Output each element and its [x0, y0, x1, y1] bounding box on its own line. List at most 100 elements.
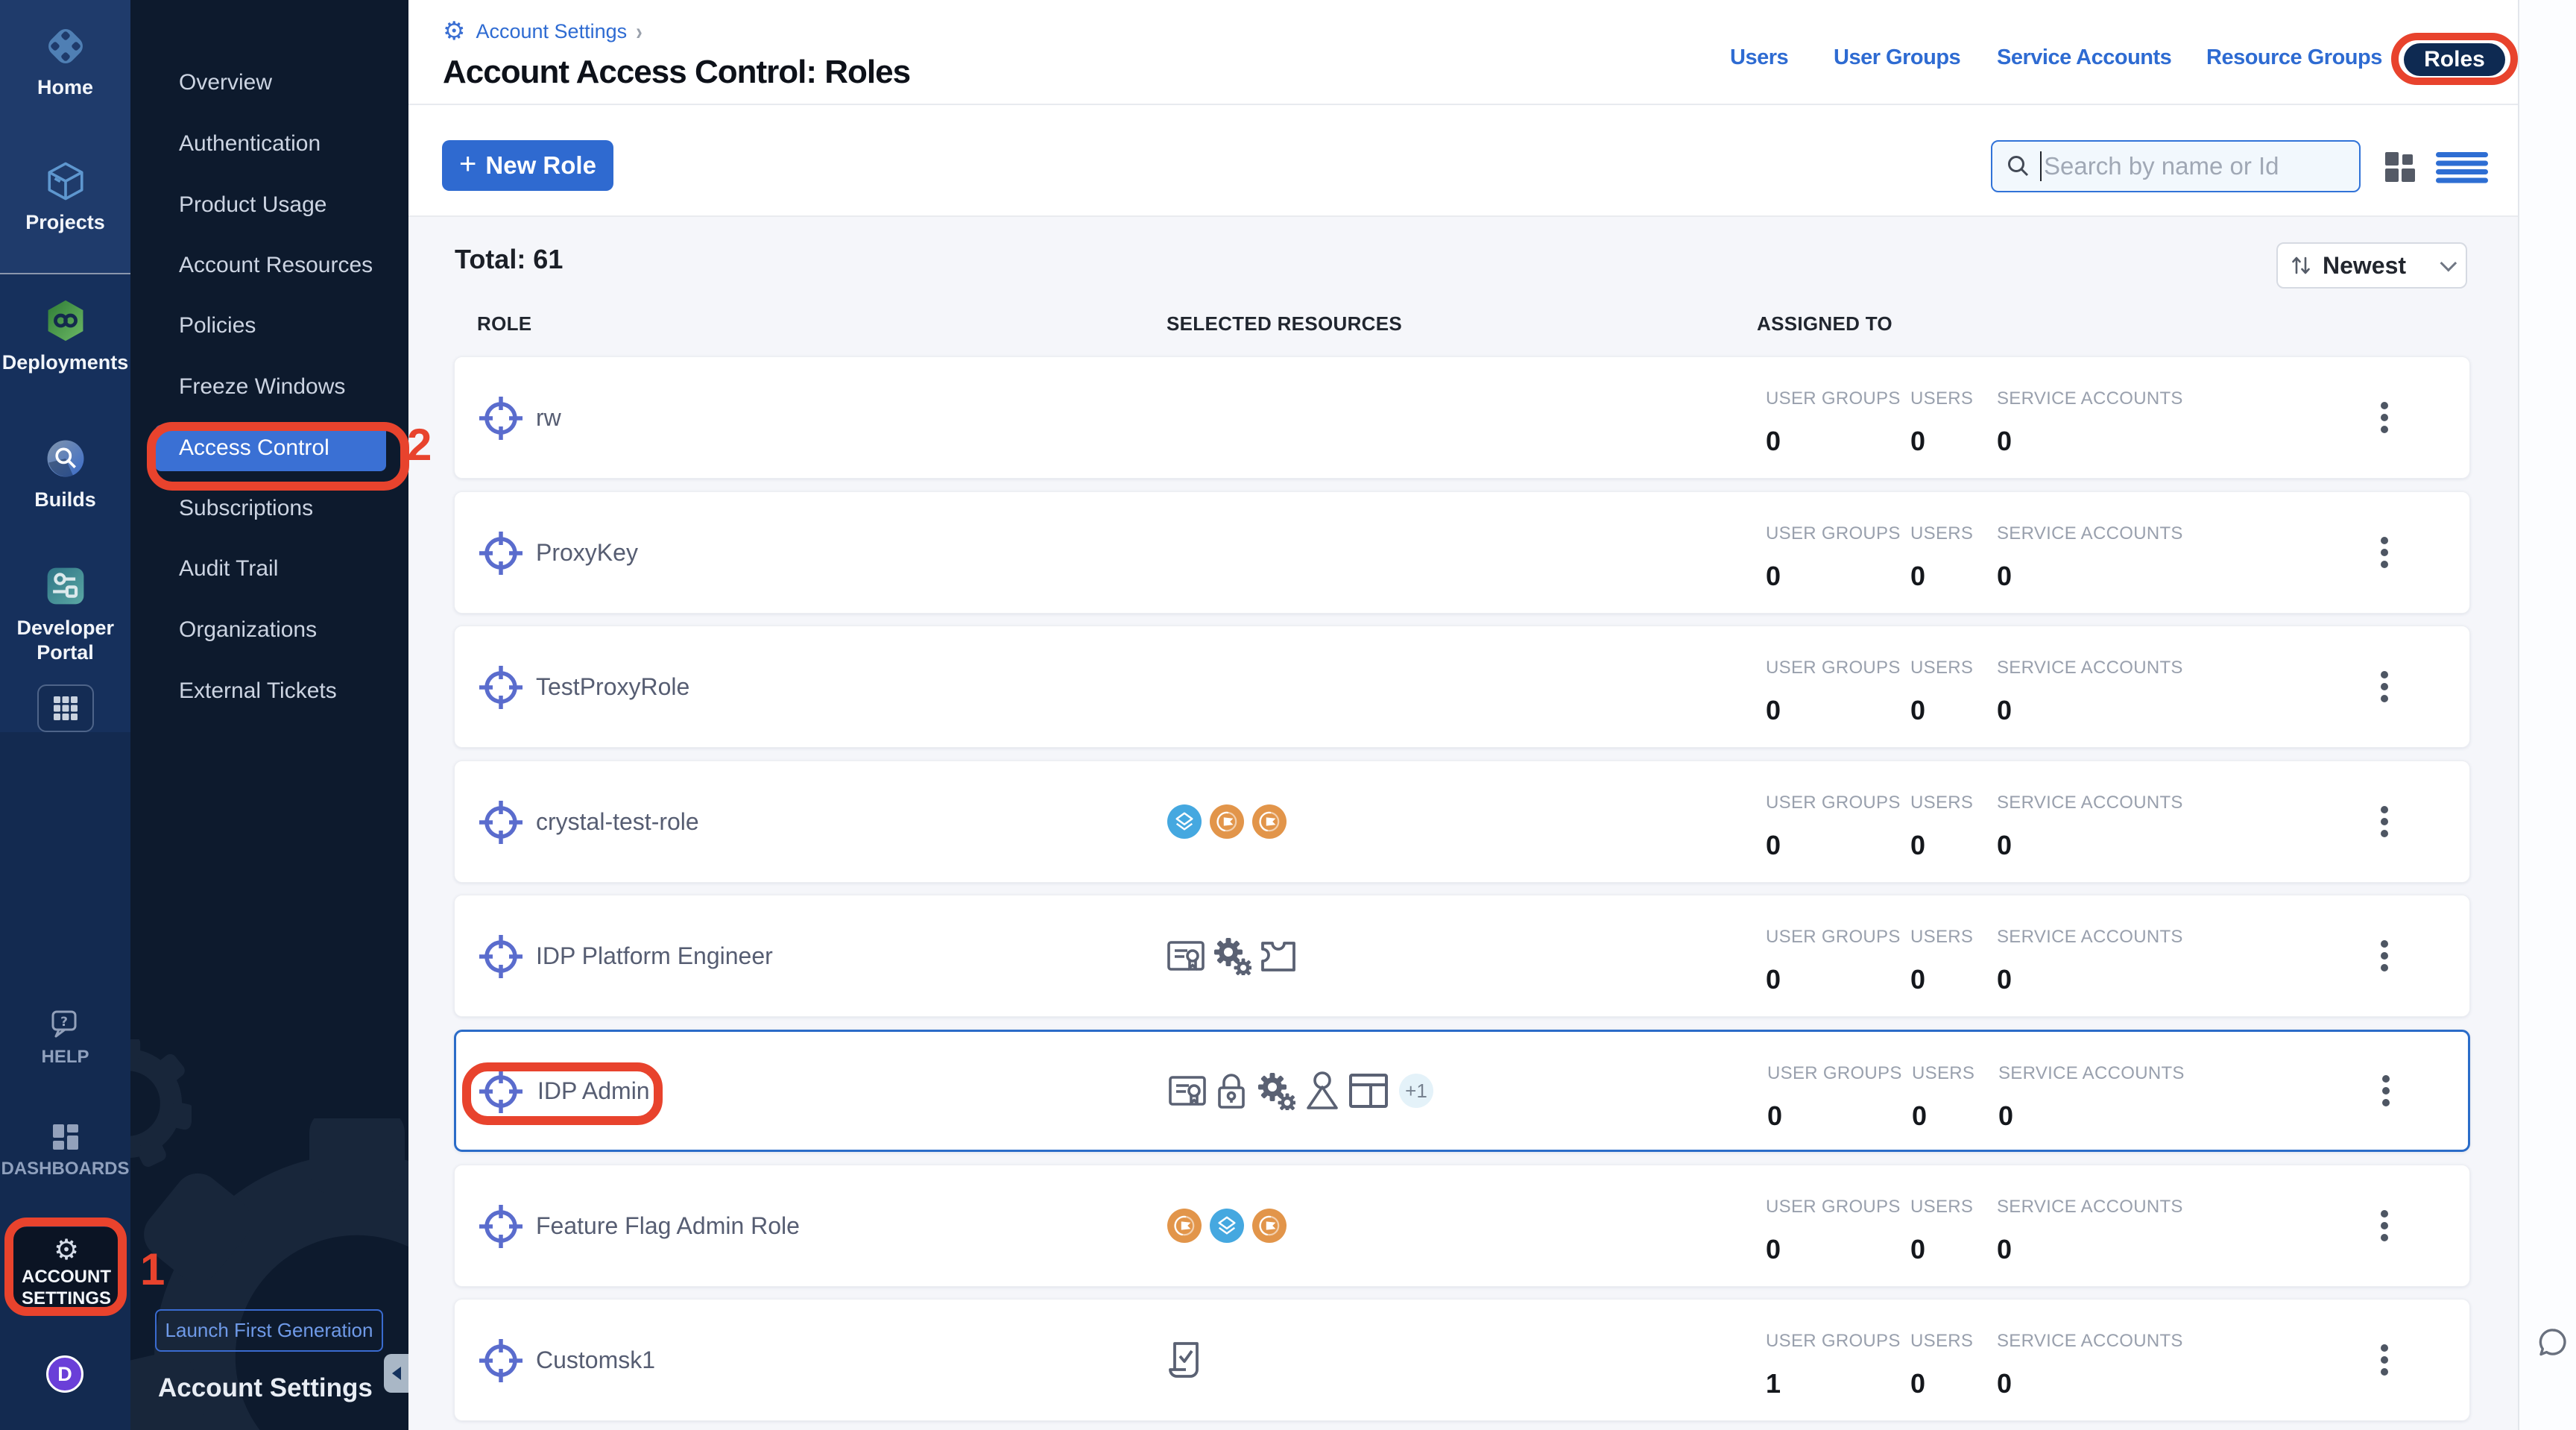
annotation-step-2: 2 [407, 419, 432, 470]
nav-item-audit-trail[interactable]: Audit Trail [155, 546, 386, 592]
module-label: Builds [0, 488, 130, 512]
role-name[interactable]: rw [536, 357, 561, 478]
new-role-label: New Role [485, 151, 596, 180]
role-target-icon [477, 933, 525, 980]
pipeline-badge-icon [1167, 804, 1202, 839]
row-menu-button[interactable] [2376, 662, 2393, 711]
cd-hexagon-icon [43, 298, 88, 343]
more-resources-badge[interactable]: +1 [1399, 1074, 1433, 1108]
gear-icon: ⚙ [443, 18, 465, 45]
nav-item-overview[interactable]: Overview [155, 60, 386, 106]
new-role-button[interactable]: + New Role [442, 140, 613, 191]
nav-item-label: Policies [179, 313, 256, 338]
row-menu-button[interactable] [2376, 1201, 2393, 1250]
nav-item-freeze-windows[interactable]: Freeze Windows [155, 364, 386, 410]
role-name[interactable]: IDP Admin [537, 1032, 650, 1150]
row-menu-button[interactable] [2378, 1066, 2394, 1115]
puzzle-icon [1260, 939, 1297, 973]
collapse-sidebar-handle[interactable] [384, 1354, 408, 1393]
tab-users[interactable]: Users [1730, 45, 1788, 70]
sidebar-item-builds[interactable]: Builds [0, 437, 130, 512]
flag-badge-icon [1252, 1209, 1287, 1243]
flag-badge-icon [1167, 1209, 1202, 1243]
role-row[interactable]: ProxyKey USER GROUPS0 USERS0 SERVICE ACC… [454, 491, 2470, 614]
nav-item-organizations[interactable]: Organizations [155, 607, 386, 653]
right-rail [2518, 0, 2576, 1430]
list-view-button[interactable] [2436, 152, 2488, 183]
gears-icon [1213, 936, 1251, 975]
nav-item-account-resources[interactable]: Account Resources [155, 242, 386, 289]
row-menu-button[interactable] [2376, 931, 2393, 980]
launch-first-generation-button[interactable]: Launch First Generation [155, 1309, 383, 1352]
role-name[interactable]: crystal-test-role [536, 761, 699, 882]
nav-item-authentication[interactable]: Authentication [155, 121, 386, 167]
sidebar-item-home[interactable]: Home [0, 25, 130, 100]
breadcrumb-link[interactable]: Account Settings [476, 20, 627, 43]
role-row[interactable]: Customsk1 USER GROUPS1 USERS0 SERVICE AC… [454, 1299, 2470, 1421]
sidebar-item-help[interactable]: HELP [0, 1009, 130, 1069]
role-row[interactable]: IDP Platform Engineer USER GROUPS0 USERS… [454, 895, 2470, 1017]
user-avatar[interactable]: D [46, 1355, 83, 1393]
nav-item-label: Audit Trail [179, 556, 278, 582]
sidebar-item-developer-portal[interactable]: Developer Portal [0, 564, 130, 665]
row-menu-button[interactable] [2376, 393, 2393, 442]
page-header: ⚙ Account Settings › Account Access Cont… [408, 0, 2576, 105]
certificate-icon [1167, 939, 1205, 973]
row-menu-button[interactable] [2376, 1335, 2393, 1385]
sidebar-item-projects[interactable]: Projects [0, 160, 130, 235]
module-label: HELP [0, 1045, 130, 1069]
sidebar-item-deployments[interactable]: Deployments [0, 298, 130, 375]
role-name[interactable]: TestProxyRole [536, 626, 689, 747]
sidebar-item-dashboards[interactable]: DASHBOARDS [0, 1121, 130, 1181]
nav-item-policies[interactable]: Policies [155, 303, 386, 349]
nav-item-label: Organizations [179, 617, 317, 643]
module-label: DASHBOARDS [0, 1156, 130, 1181]
nav-item-subscriptions[interactable]: Subscriptions [155, 485, 386, 532]
search-placeholder: Search by name or Id [2044, 152, 2279, 180]
tab-resource-groups[interactable]: Resource Groups [2206, 45, 2382, 70]
role-row[interactable]: Feature Flag Admin Role USER GROUPS0 USE… [454, 1165, 2470, 1287]
role-name[interactable]: Customsk1 [536, 1300, 655, 1420]
tab-user-groups[interactable]: User Groups [1834, 45, 1960, 70]
row-menu-button[interactable] [2376, 528, 2393, 577]
gear-icon: ⚙ [10, 1235, 122, 1264]
column-header-assigned-to: ASSIGNED TO [1757, 312, 1892, 336]
tab-service-accounts[interactable]: Service Accounts [1997, 45, 2171, 70]
search-input[interactable]: Search by name or Id [1991, 140, 2361, 192]
chevron-right-icon: › [636, 17, 643, 46]
sort-dropdown[interactable]: Newest [2276, 242, 2467, 289]
chat-bubble-icon[interactable] [2536, 1326, 2570, 1360]
pipeline-badge-icon [1210, 1209, 1244, 1243]
selected-resources [1167, 1300, 1203, 1420]
nav-item-product-usage[interactable]: Product Usage [155, 182, 386, 228]
role-name[interactable]: IDP Platform Engineer [536, 895, 773, 1016]
row-menu-button[interactable] [2376, 797, 2393, 846]
role-name[interactable]: Feature Flag Admin Role [536, 1165, 800, 1286]
flag-badge-icon [1210, 804, 1244, 839]
sidebar-item-account-settings[interactable]: ⚙ ACCOUNT SETTINGS [10, 1227, 122, 1308]
role-row-selected[interactable]: IDP Admin +1 USER GROUPS0 USERS0 SERVICE… [454, 1030, 2470, 1152]
layout-icon [1349, 1074, 1388, 1108]
nav-item-access-control[interactable]: Access Control [155, 425, 386, 471]
cube-icon [44, 160, 87, 203]
module-label: Projects [0, 210, 130, 235]
sort-arrows-icon [2290, 254, 2312, 277]
nav-item-label: External Tickets [179, 678, 337, 704]
role-name[interactable]: ProxyKey [536, 492, 638, 613]
module-label: Developer Portal [17, 616, 114, 665]
module-label: ACCOUNT SETTINGS [22, 1266, 111, 1309]
grid-view-button[interactable] [2384, 151, 2416, 183]
role-row[interactable]: crystal-test-role USER GROUPS0 USERS0 SE… [454, 760, 2470, 883]
tab-roles[interactable]: Roles [2404, 43, 2505, 76]
module-picker-button[interactable] [37, 684, 94, 732]
role-row[interactable]: TestProxyRole USER GROUPS0 USERS0 SERVIC… [454, 626, 2470, 748]
developer-portal-icon [43, 564, 88, 608]
nav-item-external-tickets[interactable]: External Tickets [155, 668, 386, 714]
role-target-icon [477, 799, 525, 846]
toolbar: + New Role Search by name or Id [408, 105, 2576, 217]
plus-icon: + [459, 148, 476, 181]
account-settings-sidebar: Overview Authentication Product Usage Ac… [130, 0, 408, 1430]
role-target-icon [477, 1068, 525, 1115]
gear-watermark [130, 969, 408, 1430]
role-row[interactable]: rw USER GROUPS0 USERS0 SERVICE ACCOUNTS0 [454, 356, 2470, 479]
